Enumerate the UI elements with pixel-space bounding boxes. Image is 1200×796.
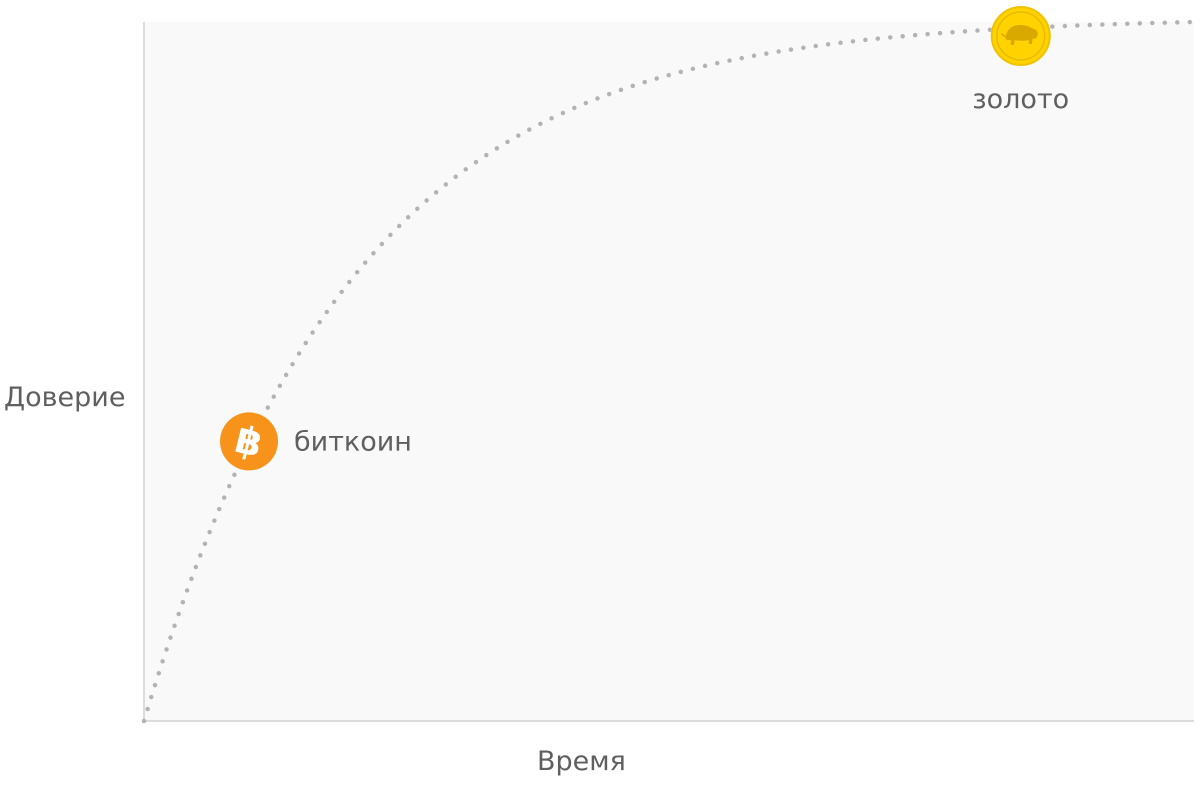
y-axis-label: Доверие [4,382,126,413]
plot-area [144,22,1194,721]
bitcoin-icon: ฿ [220,412,278,471]
point-label-0: биткоин [294,426,412,457]
gold-coin-bison-icon [990,5,1051,66]
point-label-1: золото [972,84,1069,115]
chart-svg: ฿ биткоин золото [141,5,1197,724]
chart-root: ฿ биткоин золото Доверие Время [0,0,1200,796]
x-axis-label: Время [537,746,626,777]
